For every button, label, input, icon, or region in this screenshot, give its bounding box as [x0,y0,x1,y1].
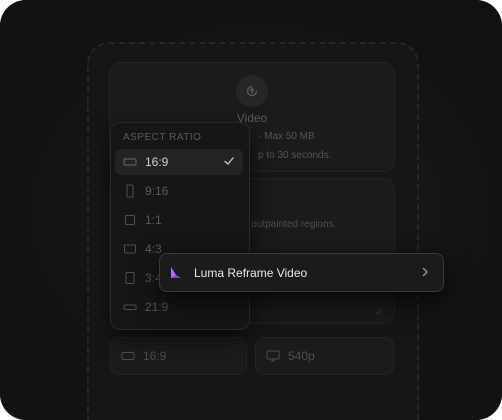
upload-size-limit: · Max 50 MB [258,131,315,142]
luma-logo-icon [171,266,181,278]
monitor-icon [266,350,280,362]
option-label: 21:9 [145,300,169,314]
resolution-selector[interactable]: 540p [255,337,394,375]
aspect-square-icon [123,214,137,226]
aspect-wide-icon [121,352,135,360]
aspect-wide-icon [123,157,137,167]
option-16-9[interactable]: 16:9 [115,149,243,175]
option-9-16[interactable]: 9:16 [115,178,243,204]
aspect-portrait-icon [123,271,137,285]
prompt-placeholder: o outpainted regions. [243,219,337,230]
aspect-tall-icon [123,184,137,198]
chevron-right-icon [422,267,428,277]
aspect-ultrawide-icon [123,302,137,312]
option-label: 1:1 [145,213,162,227]
upload-duration-limit: p to 30 seconds. [258,150,332,161]
resolution-value: 540p [288,349,315,363]
model-label: Luma Reframe Video [194,265,308,280]
resize-handle-icon[interactable] [374,307,382,315]
option-label: 16:9 [145,155,169,169]
dropdown-header: ASPECT RATIO [123,132,202,143]
option-1-1[interactable]: 1:1 [115,207,243,233]
model-option-luma-reframe[interactable]: Luma Reframe Video [159,253,444,292]
option-label: 9:16 [145,184,169,198]
aspect-ratio-value: 16:9 [143,349,167,363]
option-21-9[interactable]: 21:9 [115,294,243,320]
check-icon [224,157,234,165]
aspect-ratio-selector[interactable]: 16:9 [110,337,247,375]
upload-icon [236,75,268,107]
option-label: 4:3 [145,242,162,256]
app-card: Video · Max 50 MB p to 30 seconds. o out… [0,0,502,420]
aspect-landscape-icon [123,243,137,255]
aspect-ratio-dropdown: ASPECT RATIO 16:9 9:16 1:1 4:3 3:4 21:9 [110,122,250,330]
